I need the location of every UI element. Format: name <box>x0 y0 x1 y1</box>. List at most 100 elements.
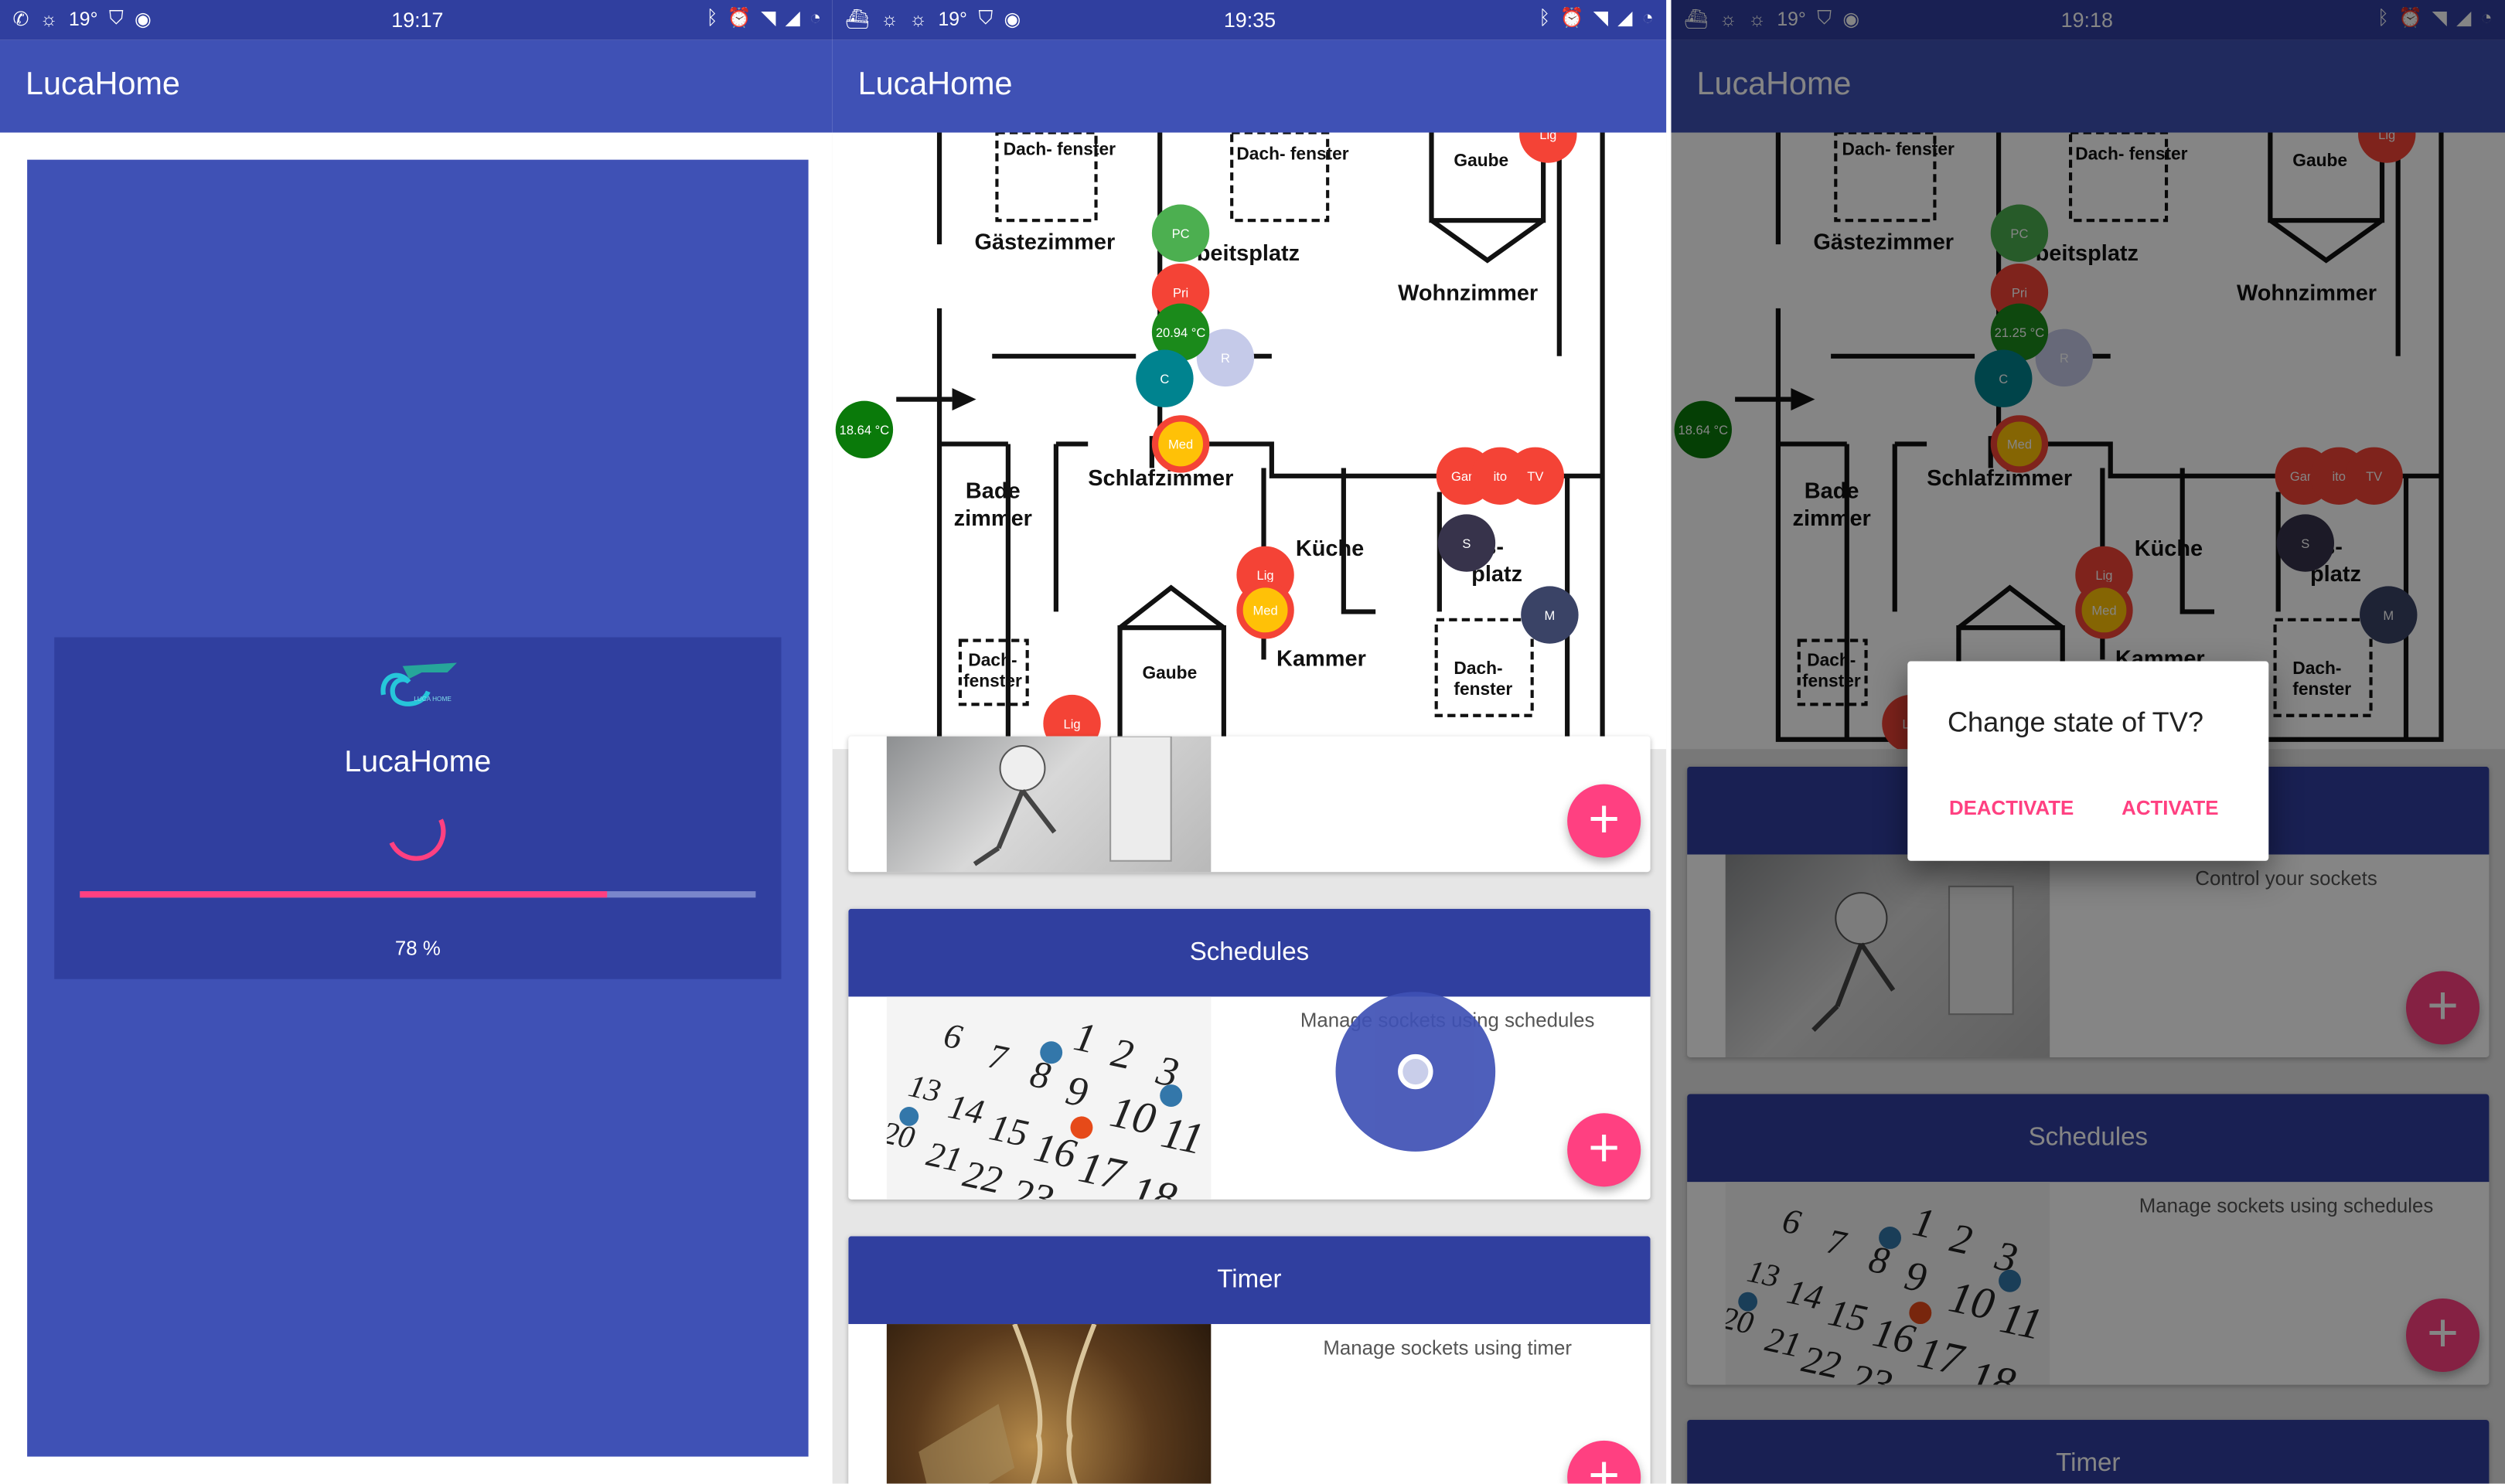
svg-text:17: 17 <box>1075 1142 1130 1200</box>
media-marker[interactable]: Med <box>1151 415 1210 473</box>
media-marker: Med <box>1990 415 2049 473</box>
svg-text:11: 11 <box>1157 1107 1208 1165</box>
room-badezimmer: Bade zimmer <box>1792 477 1871 531</box>
svg-text:2: 2 <box>1107 1029 1137 1078</box>
status-bar: ✆ ☼ 19° ⛉ ◉ 19:17 ᛒ ⏰ ◥ ◢ ◔ <box>0 0 834 40</box>
room-arbeitsplatz: beitsplatz <box>1196 239 1300 266</box>
svg-text:11: 11 <box>1996 1292 2047 1350</box>
svg-text:21: 21 <box>923 1134 966 1179</box>
room-kueche: Küche <box>1295 535 1365 561</box>
brightness-icon: ☼ <box>39 7 58 30</box>
outside-temperature-marker: 18.64 °C <box>1674 400 1732 459</box>
alarm-icon: ⏰ <box>2398 6 2423 29</box>
cast-icon: ⛴ <box>845 7 870 30</box>
status-bar: ⛴ ☼ ☼ 19° ⛉ ◉ 19:35 ᛒ ⏰ ◥ ◢ ◔ <box>832 0 1667 40</box>
sockets-card[interactable]: + <box>848 736 1651 873</box>
svg-text:22: 22 <box>1798 1337 1845 1384</box>
add-timer-button[interactable]: + <box>1567 1440 1641 1484</box>
splash-background: LUCA HOME LucaHome 78 % <box>27 159 809 1457</box>
svg-text:18: 18 <box>1965 1350 2019 1384</box>
deactivate-button[interactable]: DEACTIVATE <box>1949 797 2074 819</box>
schedules-description: Manage sockets using schedules <box>2139 1194 2434 1217</box>
floor-plan-drawing <box>896 132 1605 742</box>
wifi-icon: ◥ <box>761 6 776 29</box>
svg-text:23: 23 <box>1007 1169 1058 1200</box>
sensor-marker[interactable]: S <box>1437 514 1496 572</box>
motion-marker[interactable]: M <box>1521 586 1579 644</box>
loading-spinner <box>378 793 455 870</box>
bluetooth-icon: ᛒ <box>2377 6 2389 29</box>
progress-text: 78 % <box>394 937 441 960</box>
status-bar: ⛴ ☼ ☼ 19° ⛉ ◉ 19:18 ᛒ ⏰ ◥ ◢ ◔ <box>1671 0 2505 40</box>
battery-icon: ◔ <box>1641 6 1654 29</box>
clock: 19:18 <box>2060 8 2113 32</box>
timer-card[interactable]: Timer Manage sockets using timer + <box>848 1236 1651 1484</box>
svg-text:15: 15 <box>1825 1291 1871 1340</box>
svg-text:14: 14 <box>945 1086 987 1132</box>
whatsapp-icon: ✆ <box>12 7 29 30</box>
progress-bar <box>80 891 756 898</box>
timer-description: Manage sockets using timer <box>1323 1336 1572 1360</box>
clock: 19:17 <box>391 8 444 32</box>
room-wohnzimmer: Wohnzimmer <box>2236 279 2377 305</box>
luca-home-logo: LUCA HOME <box>374 659 464 713</box>
svg-text:2: 2 <box>1946 1214 1976 1264</box>
add-socket-button[interactable]: + <box>1567 784 1641 858</box>
calendar-image: 123 6 7 8 9 10 11 13 14 15 16 17 18 20 21 22 23 <box>886 996 1212 1200</box>
hourglass-image <box>886 1324 1212 1484</box>
room-kammer: Kammer <box>1276 645 1366 671</box>
battery-icon: ◔ <box>2480 6 2493 29</box>
change-state-dialog: Change state of TV? DEACTIVATE ACTIVATE <box>1907 661 2269 861</box>
camera-marker[interactable]: C <box>1136 349 1194 407</box>
brightness-icon: ☼ <box>1719 7 1737 30</box>
room-dachfenster: Dach- fenster <box>1003 140 1116 160</box>
room-dachfenster: Dach- fenster <box>1842 140 1955 160</box>
add-schedule-button[interactable]: + <box>1567 1113 1641 1187</box>
alarm-icon: ⏰ <box>1559 6 1584 29</box>
logo-caption: LUCA HOME <box>414 694 452 703</box>
camera-marker: C <box>1975 349 2033 407</box>
activate-button[interactable]: ACTIVATE <box>2122 797 2218 819</box>
svg-text:10: 10 <box>1106 1086 1160 1145</box>
signal-icon: ◢ <box>2456 6 2472 29</box>
dialog-panel: ⛴ ☼ ☼ 19° ⛉ ◉ 19:18 ᛒ ⏰ ◥ ◢ ◔ LucaHome D… <box>1671 0 2505 1484</box>
brightness-icon: ☼ <box>909 7 927 30</box>
sockets-description: Control your sockets <box>2195 867 2377 890</box>
schedules-card: Schedules 123 6 7 8 9 10 11 13 14 15 16 17 18 20 21… <box>1687 1094 2490 1385</box>
clock: 19:35 <box>1223 8 1276 32</box>
pc-marker[interactable]: PC <box>1151 204 1210 262</box>
media-marker[interactable]: Med <box>1236 581 1294 639</box>
timer-card: Timer <box>1687 1420 2490 1484</box>
splash-app-name: LucaHome <box>344 746 492 780</box>
svg-text:1: 1 <box>1909 1198 1939 1247</box>
bluetooth-icon: ᛒ <box>1539 6 1551 29</box>
signal-icon: ◢ <box>1617 6 1633 29</box>
app-bar: LucaHome <box>1671 39 2505 133</box>
room-gaube: Gaube <box>1454 151 1509 172</box>
sensor-marker: S <box>2276 514 2335 572</box>
record-icon: ◉ <box>1842 7 1860 30</box>
schedules-card[interactable]: Schedules 123 6 7 8 9 10 11 13 14 15 16 17 18 20 21… <box>848 908 1651 1200</box>
cast-icon: ⛴ <box>1683 7 1709 30</box>
bluetooth-icon: ᛒ <box>706 6 718 29</box>
svg-text:7: 7 <box>985 1036 1012 1078</box>
svg-text:9: 9 <box>1062 1067 1092 1116</box>
main-content[interactable]: Dach- fenster Dach- fenster Gästezimmer … <box>832 132 1667 1484</box>
weather-temp: 19° <box>938 7 967 30</box>
svg-text:13: 13 <box>905 1067 944 1109</box>
app-title: LucaHome <box>1696 66 1852 103</box>
brightness-icon: ☼ <box>881 7 898 30</box>
floor-plan-map: Dach- fenster Dach- fenster Gästezimmer … <box>1671 132 2505 750</box>
timer-title: Timer <box>1687 1420 2490 1484</box>
motion-marker: M <box>2360 586 2418 644</box>
tv-marker[interactable]: TV <box>1506 447 1565 505</box>
app-title: LucaHome <box>857 66 1013 103</box>
app-title: LucaHome <box>26 66 180 103</box>
schedules-title: Schedules <box>848 908 1651 997</box>
outside-temperature-marker[interactable]: 18.64 °C <box>835 400 894 459</box>
room-dachfenster: Dach- fenster <box>1454 659 1513 700</box>
sockets-image <box>1725 854 2050 1057</box>
app-bar: LucaHome <box>832 39 1667 133</box>
media-marker: Med <box>2075 581 2133 639</box>
dialog-question: Change state of TV? <box>1947 706 2203 738</box>
